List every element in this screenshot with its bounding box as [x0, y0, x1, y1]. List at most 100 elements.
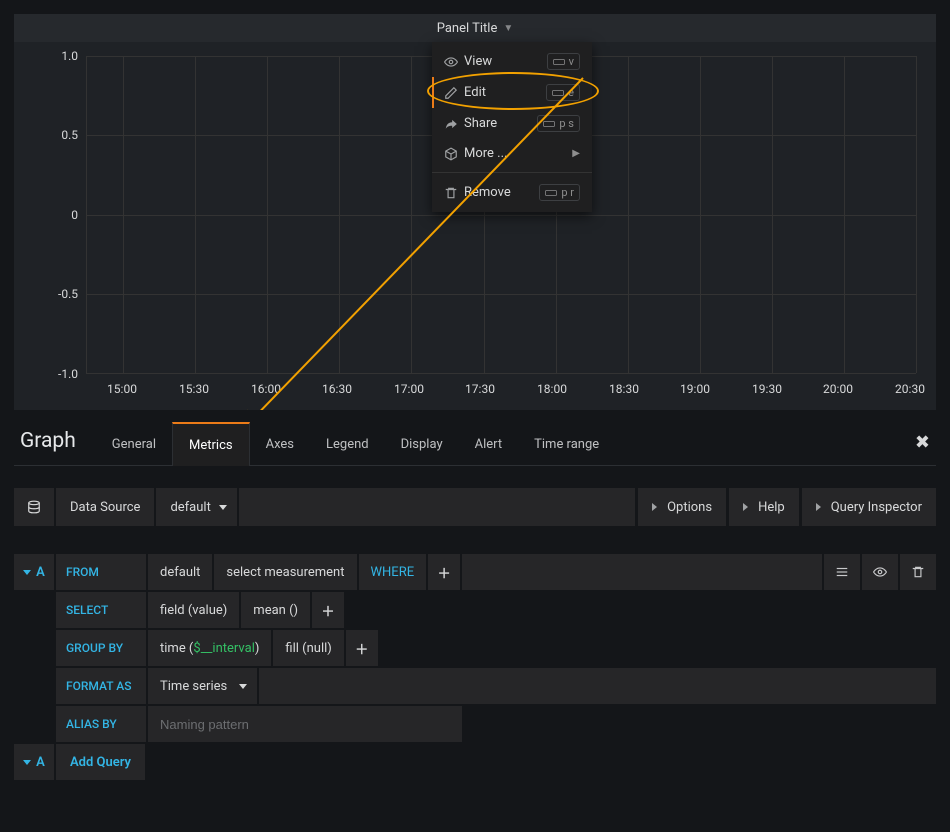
x-tick: 20:00 [823, 382, 853, 396]
caret-down-icon [23, 570, 31, 575]
menu-edit[interactable]: Edit e [432, 77, 592, 108]
caret-down-icon [219, 505, 227, 510]
row-head-spacer [14, 668, 54, 704]
menu-divider [432, 172, 592, 173]
chevron-right-icon: ▶ [572, 148, 580, 159]
x-tick: 16:00 [251, 382, 281, 396]
alias-input[interactable] [148, 706, 462, 742]
query-editor: A FROM default select measurement WHERE … [14, 554, 936, 780]
select-field[interactable]: field (value) [148, 592, 239, 628]
y-tick: 0.5 [14, 128, 78, 142]
y-tick: 1.0 [14, 49, 78, 63]
x-tick: 15:00 [107, 382, 137, 396]
x-tick: 17:30 [465, 382, 495, 396]
tab-time-range[interactable]: Time range [518, 423, 615, 465]
x-tick: 19:00 [680, 382, 710, 396]
x-tick: 19:30 [752, 382, 782, 396]
caret-down-icon [23, 760, 31, 765]
y-tick: 0 [14, 208, 78, 222]
alias-keyword: ALIAS BY [56, 706, 146, 742]
groupby-fill[interactable]: fill (null) [273, 630, 343, 666]
groupby-keyword: GROUP BY [56, 630, 146, 666]
query-inspector-button[interactable]: Query Inspector [801, 488, 936, 526]
caret-right-icon [652, 503, 657, 511]
tab-metrics[interactable]: Metrics [172, 422, 250, 466]
y-tick: -0.5 [14, 287, 78, 301]
row-spacer [462, 554, 822, 590]
menu-remove-label: Remove [464, 185, 539, 200]
from-keyword: FROM [56, 554, 146, 590]
eye-icon [444, 55, 464, 69]
menu-more[interactable]: More ... ▶ [432, 139, 592, 168]
select-keyword: SELECT [56, 592, 146, 628]
row-head-spacer [14, 592, 54, 628]
query-row-toggle-addquery[interactable]: A [14, 744, 54, 780]
where-add-button[interactable]: ＋ [428, 554, 460, 590]
x-tick: 20:30 [895, 382, 925, 396]
row-head-spacer [14, 706, 54, 742]
y-tick: -1.0 [14, 367, 78, 381]
data-source-label: Data Source [56, 488, 154, 526]
panel-title: Panel Title [437, 21, 498, 36]
format-keyword: FORMAT AS [56, 668, 146, 704]
menu-view-label: View [464, 54, 547, 69]
x-tick: 16:30 [322, 382, 352, 396]
row-menu-button[interactable] [824, 554, 860, 590]
cube-icon [444, 147, 464, 161]
menu-remove-shortcut: p r [539, 184, 580, 201]
x-tick: 15:30 [179, 382, 209, 396]
format-select[interactable]: Time series [148, 668, 257, 704]
menu-remove[interactable]: Remove p r [432, 177, 592, 208]
menu-share-label: Share [464, 116, 537, 131]
groupby-time[interactable]: time ($__interval) [148, 630, 271, 666]
menu-edit-shortcut: e [546, 84, 580, 101]
caret-right-icon [816, 503, 821, 511]
edit-icon [444, 86, 464, 100]
share-icon [444, 117, 464, 131]
caret-right-icon [743, 503, 748, 511]
x-tick: 18:00 [537, 382, 567, 396]
x-tick: 17:00 [394, 382, 424, 396]
chevron-down-icon: ▼ [503, 23, 513, 34]
x-tick: 18:30 [609, 382, 639, 396]
toolbar-spacer [239, 488, 635, 526]
help-button[interactable]: Help [728, 488, 799, 526]
groupby-add-button[interactable]: ＋ [346, 630, 378, 666]
select-mean[interactable]: mean () [241, 592, 310, 628]
trash-icon [444, 186, 464, 200]
row-spacer [259, 668, 936, 704]
options-button[interactable]: Options [637, 488, 726, 526]
panel-menu: View v Edit e Share [432, 42, 592, 212]
from-retention-policy[interactable]: default [148, 554, 212, 590]
menu-view-shortcut: v [547, 53, 580, 70]
row-delete-button[interactable] [900, 554, 936, 590]
query-row-toggle-a[interactable]: A [14, 554, 54, 590]
editor-title: Graph [14, 429, 96, 465]
alias-input-wrapper [148, 706, 462, 742]
editor-tabs: General Metrics Axes Legend Display Aler… [96, 422, 615, 465]
from-measurement[interactable]: select measurement [214, 554, 356, 590]
add-query-button[interactable]: Add Query [56, 744, 145, 780]
data-source-select[interactable]: default [156, 488, 236, 526]
menu-edit-label: Edit [464, 85, 546, 100]
tab-legend[interactable]: Legend [310, 423, 385, 465]
where-keyword[interactable]: WHERE [359, 554, 427, 590]
row-head-spacer [14, 630, 54, 666]
menu-more-label: More ... [464, 146, 572, 161]
select-add-button[interactable]: ＋ [312, 592, 344, 628]
menu-share[interactable]: Share p s [432, 108, 592, 139]
tab-display[interactable]: Display [385, 423, 459, 465]
tab-axes[interactable]: Axes [250, 423, 310, 465]
row-toggle-visibility-button[interactable] [862, 554, 898, 590]
database-icon [14, 488, 54, 526]
menu-view[interactable]: View v [432, 46, 592, 77]
menu-share-shortcut: p s [537, 115, 580, 132]
tab-alert[interactable]: Alert [459, 423, 519, 465]
graph-panel: Panel Title ▼ View v Edit [14, 14, 936, 410]
caret-down-icon [239, 684, 247, 689]
tab-general[interactable]: General [96, 423, 172, 465]
editor-tabs-row: Graph General Metrics Axes Legend Displa… [14, 416, 936, 466]
panel-title-bar[interactable]: Panel Title ▼ [14, 14, 936, 42]
query-toolbar: Data Source default Options Help Query I… [14, 488, 936, 526]
close-editor-button[interactable]: ✖ [915, 432, 930, 453]
